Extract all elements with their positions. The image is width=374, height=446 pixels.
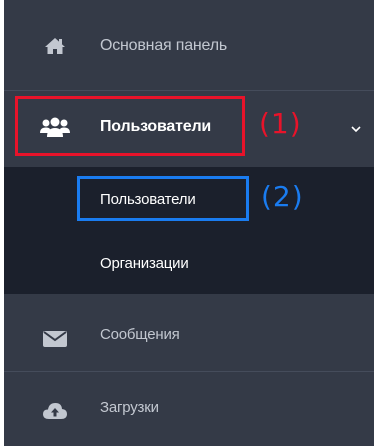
annotation-box-2	[77, 176, 249, 221]
annotation-label-2: (2)	[261, 180, 304, 213]
submenu-item-organizations[interactable]: Организации	[100, 255, 189, 272]
chevron-down-icon[interactable]	[350, 121, 362, 133]
annotation-label-1: (1)	[259, 107, 302, 140]
envelope-icon	[40, 324, 70, 354]
sidebar-item-messages[interactable]: Сообщения	[4, 294, 374, 372]
sidebar: Основная панель Пользователи Пользовател…	[4, 0, 374, 446]
sidebar-item-dashboard[interactable]: Основная панель	[4, 0, 374, 91]
cloud-upload-icon	[40, 396, 70, 426]
home-icon	[40, 31, 70, 61]
annotation-box-1	[15, 96, 245, 156]
sidebar-item-label: Сообщения	[100, 326, 180, 343]
sidebar-item-uploads[interactable]: Загрузки	[4, 372, 374, 446]
sidebar-item-label: Основная панель	[100, 37, 227, 54]
sidebar-item-label: Загрузки	[100, 399, 159, 416]
